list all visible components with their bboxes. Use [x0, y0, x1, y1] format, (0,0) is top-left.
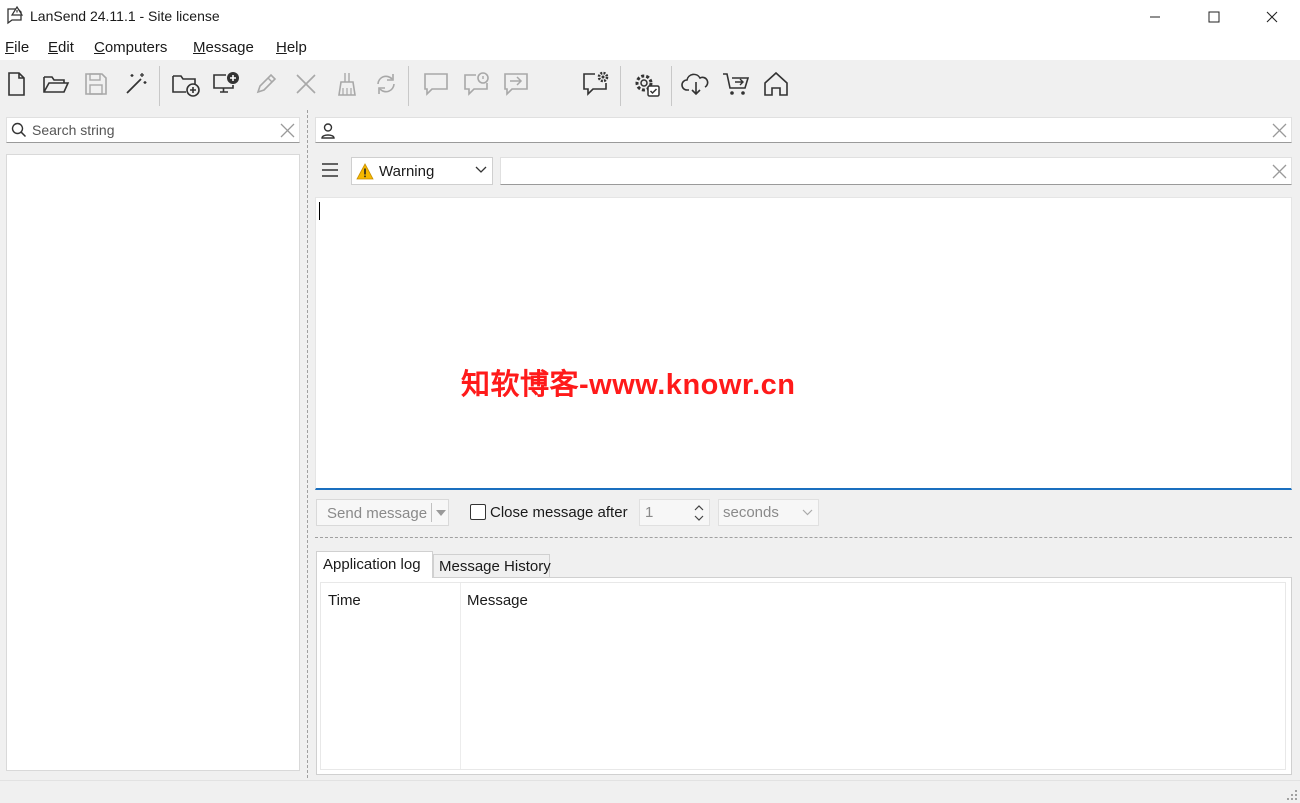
- tab-application-log[interactable]: Application log: [316, 551, 433, 578]
- send-options-dropdown-icon[interactable]: [435, 509, 447, 517]
- minimize-button[interactable]: [1126, 0, 1184, 34]
- magic-wand-icon: [126, 73, 147, 94]
- magic-wand-button[interactable]: [120, 68, 152, 100]
- message-forward-button[interactable]: [500, 68, 532, 100]
- status-bar: [0, 780, 1300, 803]
- menu-message[interactable]: Message: [193, 39, 254, 56]
- maximize-icon: [1208, 11, 1220, 23]
- refresh-icon: [377, 74, 395, 94]
- close-button[interactable]: [1243, 0, 1300, 34]
- message-settings-icon: [583, 71, 609, 96]
- text-caret: [319, 202, 320, 220]
- buy-button[interactable]: [720, 68, 752, 100]
- cloud-download-icon: [681, 73, 709, 96]
- recipient-input[interactable]: [315, 117, 1292, 143]
- menu-edit[interactable]: Edit: [48, 39, 74, 56]
- clear-search-icon[interactable]: [279, 122, 296, 139]
- refresh-button[interactable]: [370, 68, 402, 100]
- shopping-cart-icon: [723, 73, 750, 95]
- send-message-label: Send message: [327, 505, 428, 522]
- toolbar-separator: [408, 66, 409, 106]
- message-status-icon: [464, 72, 489, 96]
- edit-pencil-icon: [256, 73, 277, 94]
- menu-help[interactable]: Help: [276, 39, 307, 56]
- message-type-select[interactable]: Warning: [351, 157, 493, 185]
- close-after-amount-spinner[interactable]: 1: [639, 499, 710, 526]
- settings-gear-icon: [635, 74, 660, 97]
- open-folder-icon: [43, 76, 70, 93]
- minimize-icon: [1150, 16, 1160, 18]
- column-header-message[interactable]: Message: [467, 592, 528, 609]
- add-folder-icon: [172, 75, 200, 97]
- message-bubble-icon: [424, 73, 448, 96]
- menu-bar: File Edit Computers Message Help: [0, 34, 1300, 60]
- toolbar-separator: [159, 66, 160, 106]
- delete-x-icon: [296, 74, 316, 94]
- cloud-download-button[interactable]: [680, 68, 712, 100]
- log-table[interactable]: Time Message: [320, 582, 1286, 770]
- message-settings-button[interactable]: [580, 68, 612, 100]
- add-computer-button[interactable]: [210, 68, 242, 100]
- message-forward-icon: [504, 73, 528, 96]
- window-title: LanSend 24.11.1 - Site license: [30, 8, 220, 24]
- clear-recipient-icon[interactable]: [1271, 122, 1288, 139]
- chevron-down-icon: [802, 509, 813, 516]
- message-body-textarea[interactable]: 知软博客-www.knowr.cn: [315, 197, 1292, 490]
- search-icon: [11, 122, 27, 138]
- broom-clean-icon: [338, 73, 356, 96]
- send-message-button[interactable]: Send message: [316, 499, 449, 526]
- tab-message-history[interactable]: Message History: [433, 554, 551, 578]
- tab-label: Message History: [439, 558, 551, 575]
- menu-file[interactable]: File: [5, 39, 29, 56]
- toolbar-separator: [620, 66, 621, 106]
- clean-button[interactable]: [330, 68, 362, 100]
- resize-grip-icon[interactable]: [1286, 789, 1298, 801]
- speech-bubble-warning-icon: [5, 6, 25, 26]
- hamburger-menu-icon[interactable]: [318, 158, 342, 182]
- close-icon: [1266, 11, 1278, 23]
- save-icon: [85, 73, 107, 95]
- message-status-button[interactable]: [460, 68, 492, 100]
- application-log-panel: Time Message: [316, 577, 1292, 775]
- vertical-splitter[interactable]: [307, 110, 308, 778]
- close-after-amount-value: 1: [645, 504, 654, 521]
- column-header-time[interactable]: Time: [328, 592, 361, 609]
- new-file-icon: [8, 72, 25, 96]
- search-placeholder: Search string: [32, 122, 115, 138]
- tab-label: Application log: [323, 556, 421, 573]
- horizontal-splitter[interactable]: [315, 537, 1292, 538]
- open-folder-button[interactable]: [40, 68, 72, 100]
- maximize-button[interactable]: [1185, 0, 1243, 34]
- close-after-label[interactable]: Close message after: [490, 504, 628, 521]
- column-divider: [460, 583, 461, 769]
- computer-tree[interactable]: [6, 154, 300, 771]
- toolbar: [0, 60, 1300, 108]
- title-bar: LanSend 24.11.1 - Site license: [0, 0, 1300, 34]
- message-type-value: Warning: [379, 163, 435, 180]
- menu-computers[interactable]: Computers: [94, 39, 167, 56]
- edit-button[interactable]: [250, 68, 282, 100]
- home-icon: [764, 71, 788, 96]
- close-after-unit-value: seconds: [723, 504, 779, 521]
- settings-button[interactable]: [630, 68, 662, 100]
- search-input[interactable]: Search string: [6, 117, 300, 143]
- close-after-unit-select[interactable]: seconds: [718, 499, 819, 526]
- split-button-divider: [431, 503, 432, 522]
- home-button[interactable]: [760, 68, 792, 100]
- warning-triangle-icon: [356, 163, 374, 180]
- user-icon: [320, 122, 336, 140]
- toolbar-separator: [671, 66, 672, 106]
- message-button[interactable]: [420, 68, 452, 100]
- add-folder-button[interactable]: [170, 68, 202, 100]
- delete-button[interactable]: [290, 68, 322, 100]
- watermark-text: 知软博客-www.knowr.cn: [461, 369, 796, 401]
- clear-subject-icon[interactable]: [1271, 163, 1288, 180]
- save-button[interactable]: [80, 68, 112, 100]
- new-file-button[interactable]: [0, 68, 32, 100]
- chevron-down-icon: [475, 166, 487, 174]
- add-computer-icon: [213, 72, 239, 93]
- spinner-arrows-icon[interactable]: [693, 503, 705, 523]
- subject-input[interactable]: [500, 157, 1292, 185]
- close-after-checkbox[interactable]: [470, 504, 486, 520]
